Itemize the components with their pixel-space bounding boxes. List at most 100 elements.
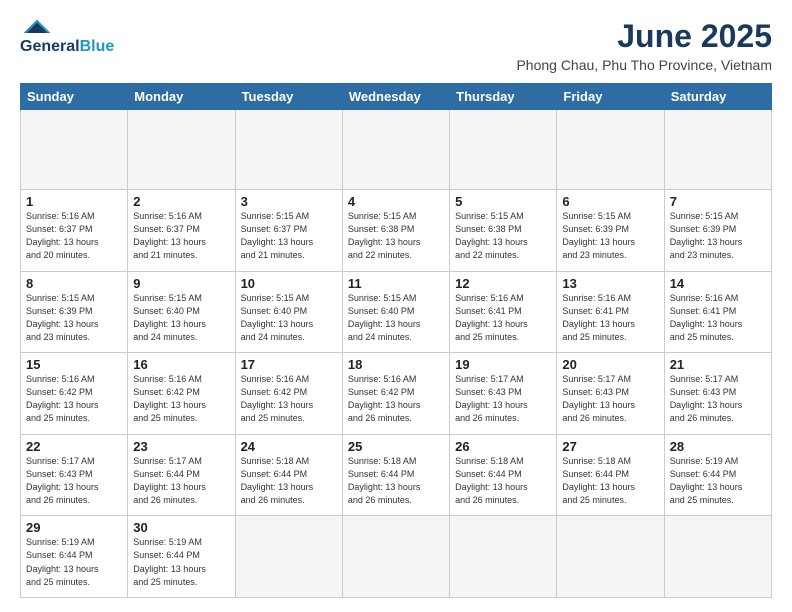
day-info: Sunrise: 5:17 AM Sunset: 6:43 PM Dayligh…: [455, 373, 551, 425]
day-info: Sunrise: 5:15 AM Sunset: 6:38 PM Dayligh…: [348, 210, 444, 262]
table-row: [128, 110, 235, 190]
table-row: 17Sunrise: 5:16 AM Sunset: 6:42 PM Dayli…: [235, 353, 342, 435]
col-header-thursday: Thursday: [450, 84, 557, 110]
table-row: [235, 110, 342, 190]
table-row: 25Sunrise: 5:18 AM Sunset: 6:44 PM Dayli…: [342, 434, 449, 516]
table-row: 2Sunrise: 5:16 AM Sunset: 6:37 PM Daylig…: [128, 190, 235, 272]
day-info: Sunrise: 5:16 AM Sunset: 6:37 PM Dayligh…: [26, 210, 122, 262]
table-row: 1Sunrise: 5:16 AM Sunset: 6:37 PM Daylig…: [21, 190, 128, 272]
day-number: 29: [26, 520, 122, 535]
day-number: 7: [670, 194, 766, 209]
day-number: 12: [455, 276, 551, 291]
table-row: 20Sunrise: 5:17 AM Sunset: 6:43 PM Dayli…: [557, 353, 664, 435]
table-row: [342, 516, 449, 598]
day-number: 5: [455, 194, 551, 209]
table-row: [21, 110, 128, 190]
col-header-saturday: Saturday: [664, 84, 771, 110]
day-info: Sunrise: 5:16 AM Sunset: 6:42 PM Dayligh…: [26, 373, 122, 425]
day-info: Sunrise: 5:17 AM Sunset: 6:43 PM Dayligh…: [26, 455, 122, 507]
day-info: Sunrise: 5:16 AM Sunset: 6:42 PM Dayligh…: [348, 373, 444, 425]
day-number: 22: [26, 439, 122, 454]
day-number: 14: [670, 276, 766, 291]
logo: General Blue: [20, 18, 114, 56]
day-number: 13: [562, 276, 658, 291]
table-row: 7Sunrise: 5:15 AM Sunset: 6:39 PM Daylig…: [664, 190, 771, 272]
calendar-header: SundayMondayTuesdayWednesdayThursdayFrid…: [21, 84, 772, 110]
table-row: 26Sunrise: 5:18 AM Sunset: 6:44 PM Dayli…: [450, 434, 557, 516]
table-row: [450, 110, 557, 190]
day-number: 24: [241, 439, 337, 454]
day-info: Sunrise: 5:19 AM Sunset: 6:44 PM Dayligh…: [133, 536, 229, 588]
day-number: 10: [241, 276, 337, 291]
calendar-table: SundayMondayTuesdayWednesdayThursdayFrid…: [20, 83, 772, 598]
day-number: 17: [241, 357, 337, 372]
day-info: Sunrise: 5:17 AM Sunset: 6:43 PM Dayligh…: [562, 373, 658, 425]
day-info: Sunrise: 5:15 AM Sunset: 6:40 PM Dayligh…: [348, 292, 444, 344]
day-info: Sunrise: 5:16 AM Sunset: 6:42 PM Dayligh…: [241, 373, 337, 425]
logo-general: General: [20, 38, 80, 56]
table-row: 29Sunrise: 5:19 AM Sunset: 6:44 PM Dayli…: [21, 516, 128, 598]
table-row: [557, 110, 664, 190]
day-info: Sunrise: 5:17 AM Sunset: 6:43 PM Dayligh…: [670, 373, 766, 425]
day-number: 9: [133, 276, 229, 291]
table-row: 14Sunrise: 5:16 AM Sunset: 6:41 PM Dayli…: [664, 271, 771, 353]
calendar-body: 1Sunrise: 5:16 AM Sunset: 6:37 PM Daylig…: [21, 110, 772, 598]
table-row: 22Sunrise: 5:17 AM Sunset: 6:43 PM Dayli…: [21, 434, 128, 516]
day-info: Sunrise: 5:15 AM Sunset: 6:38 PM Dayligh…: [455, 210, 551, 262]
day-number: 23: [133, 439, 229, 454]
logo-blue: Blue: [80, 38, 115, 56]
table-row: 4Sunrise: 5:15 AM Sunset: 6:38 PM Daylig…: [342, 190, 449, 272]
col-header-friday: Friday: [557, 84, 664, 110]
day-info: Sunrise: 5:18 AM Sunset: 6:44 PM Dayligh…: [562, 455, 658, 507]
table-row: [557, 516, 664, 598]
table-row: 9Sunrise: 5:15 AM Sunset: 6:40 PM Daylig…: [128, 271, 235, 353]
day-number: 19: [455, 357, 551, 372]
table-row: [450, 516, 557, 598]
day-number: 6: [562, 194, 658, 209]
table-row: 6Sunrise: 5:15 AM Sunset: 6:39 PM Daylig…: [557, 190, 664, 272]
day-number: 4: [348, 194, 444, 209]
calendar-title: June 2025: [516, 18, 772, 55]
day-info: Sunrise: 5:19 AM Sunset: 6:44 PM Dayligh…: [26, 536, 122, 588]
day-info: Sunrise: 5:18 AM Sunset: 6:44 PM Dayligh…: [241, 455, 337, 507]
day-info: Sunrise: 5:16 AM Sunset: 6:42 PM Dayligh…: [133, 373, 229, 425]
page: General Blue June 2025 Phong Chau, Phu T…: [0, 0, 792, 612]
day-info: Sunrise: 5:18 AM Sunset: 6:44 PM Dayligh…: [348, 455, 444, 507]
table-row: [235, 516, 342, 598]
calendar-subtitle: Phong Chau, Phu Tho Province, Vietnam: [516, 57, 772, 73]
day-number: 8: [26, 276, 122, 291]
table-row: 3Sunrise: 5:15 AM Sunset: 6:37 PM Daylig…: [235, 190, 342, 272]
table-row: 28Sunrise: 5:19 AM Sunset: 6:44 PM Dayli…: [664, 434, 771, 516]
day-number: 2: [133, 194, 229, 209]
day-number: 27: [562, 439, 658, 454]
table-row: 11Sunrise: 5:15 AM Sunset: 6:40 PM Dayli…: [342, 271, 449, 353]
day-number: 3: [241, 194, 337, 209]
day-info: Sunrise: 5:15 AM Sunset: 6:37 PM Dayligh…: [241, 210, 337, 262]
day-number: 1: [26, 194, 122, 209]
table-row: [664, 516, 771, 598]
day-info: Sunrise: 5:16 AM Sunset: 6:37 PM Dayligh…: [133, 210, 229, 262]
header: General Blue June 2025 Phong Chau, Phu T…: [20, 18, 772, 73]
day-info: Sunrise: 5:15 AM Sunset: 6:40 PM Dayligh…: [241, 292, 337, 344]
table-row: 30Sunrise: 5:19 AM Sunset: 6:44 PM Dayli…: [128, 516, 235, 598]
day-number: 30: [133, 520, 229, 535]
day-info: Sunrise: 5:16 AM Sunset: 6:41 PM Dayligh…: [562, 292, 658, 344]
table-row: 23Sunrise: 5:17 AM Sunset: 6:44 PM Dayli…: [128, 434, 235, 516]
table-row: 24Sunrise: 5:18 AM Sunset: 6:44 PM Dayli…: [235, 434, 342, 516]
day-info: Sunrise: 5:18 AM Sunset: 6:44 PM Dayligh…: [455, 455, 551, 507]
day-number: 21: [670, 357, 766, 372]
col-header-tuesday: Tuesday: [235, 84, 342, 110]
table-row: 5Sunrise: 5:15 AM Sunset: 6:38 PM Daylig…: [450, 190, 557, 272]
day-number: 16: [133, 357, 229, 372]
table-row: 21Sunrise: 5:17 AM Sunset: 6:43 PM Dayli…: [664, 353, 771, 435]
table-row: 19Sunrise: 5:17 AM Sunset: 6:43 PM Dayli…: [450, 353, 557, 435]
day-number: 20: [562, 357, 658, 372]
table-row: 12Sunrise: 5:16 AM Sunset: 6:41 PM Dayli…: [450, 271, 557, 353]
table-row: [342, 110, 449, 190]
table-row: 15Sunrise: 5:16 AM Sunset: 6:42 PM Dayli…: [21, 353, 128, 435]
day-info: Sunrise: 5:16 AM Sunset: 6:41 PM Dayligh…: [670, 292, 766, 344]
day-number: 11: [348, 276, 444, 291]
day-info: Sunrise: 5:16 AM Sunset: 6:41 PM Dayligh…: [455, 292, 551, 344]
col-header-sunday: Sunday: [21, 84, 128, 110]
table-row: 8Sunrise: 5:15 AM Sunset: 6:39 PM Daylig…: [21, 271, 128, 353]
